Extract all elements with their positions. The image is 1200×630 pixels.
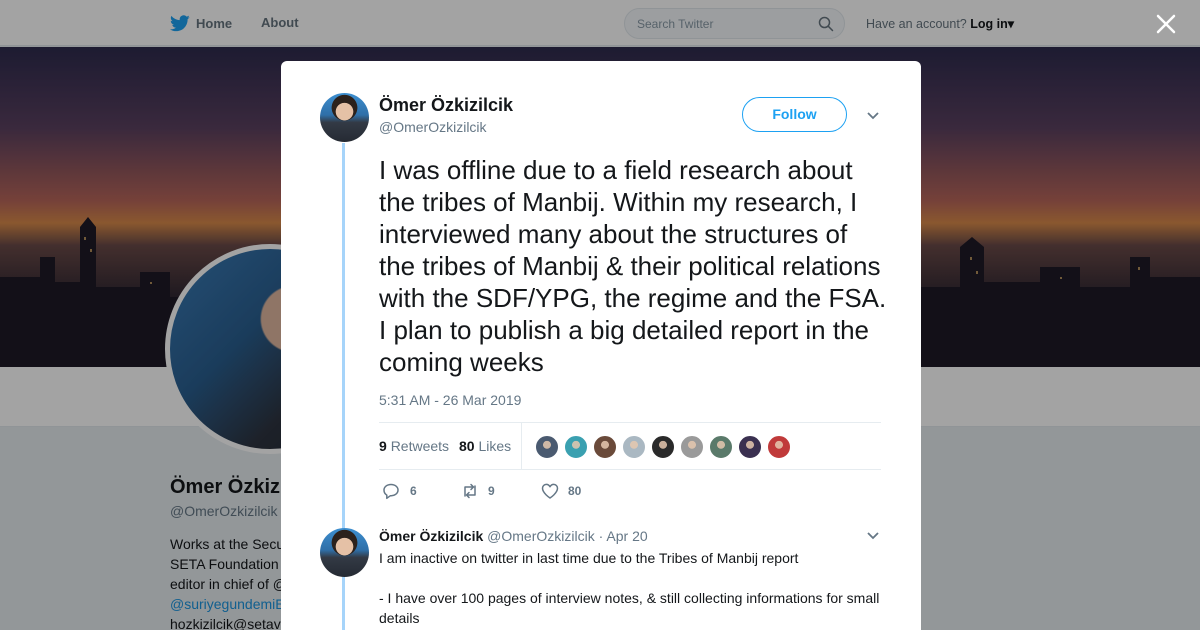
reply-author-name[interactable]: Ömer Özkizilcik [379,528,483,544]
reply-text: I am inactive on twitter in last time du… [379,548,889,630]
author-avatar[interactable] [320,93,369,142]
thread-line [342,577,345,630]
chevron-down-icon[interactable] [866,531,880,541]
reply-paragraph: - I have over 100 pages of interview not… [379,590,880,626]
liker-avatar[interactable] [738,435,762,459]
retweet-button[interactable]: 9 [460,482,540,500]
likes-stat[interactable]: 80 Likes [459,438,511,454]
author-handle[interactable]: @OmerOzkizilcik [379,119,487,135]
retweet-count: 9 [488,484,495,498]
close-icon[interactable] [1152,10,1180,38]
liker-avatar[interactable] [709,435,733,459]
reply-author-handle[interactable]: @OmerOzkizilcik [487,528,595,544]
tweet-modal: Ömer Özkizilcik @OmerOzkizilcik Follow I… [281,61,921,630]
like-count: 80 [568,484,582,498]
liker-avatar[interactable] [767,435,791,459]
liker-avatar[interactable] [651,435,675,459]
liker-avatars [535,435,791,459]
retweets-stat[interactable]: 9 Retweets [379,438,449,454]
reply-separator: · [598,528,604,544]
chevron-down-icon[interactable] [866,111,880,121]
reply-paragraph: I am inactive on twitter in last time du… [379,550,799,566]
liker-avatar[interactable] [593,435,617,459]
tweet-stats: 9 Retweets 80 Likes [379,422,881,470]
liker-avatar[interactable] [564,435,588,459]
like-button[interactable]: 80 [540,482,581,500]
tweet-actions: 6 9 80 [382,482,581,500]
reply-icon [383,483,399,500]
tweet-text: I was offline due to a field research ab… [379,155,887,377]
liker-avatar[interactable] [622,435,646,459]
reply-header: Ömer Özkizilcik @OmerOzkizilcik · Apr 20 [379,528,648,544]
tweet-timestamp[interactable]: 5:31 AM - 26 Mar 2019 [379,392,521,408]
retweet-icon [464,483,476,499]
reply-author-avatar[interactable] [320,528,369,577]
author-name[interactable]: Ömer Özkizilcik [379,95,513,116]
liker-avatar[interactable] [680,435,704,459]
thread-line [342,143,345,568]
follow-button[interactable]: Follow [742,97,847,132]
liker-avatar[interactable] [535,435,559,459]
reply-button[interactable]: 6 [382,482,460,500]
heart-icon [541,483,559,499]
reply-count: 6 [410,484,417,498]
reply-date[interactable]: Apr 20 [606,528,647,544]
divider [521,423,522,469]
